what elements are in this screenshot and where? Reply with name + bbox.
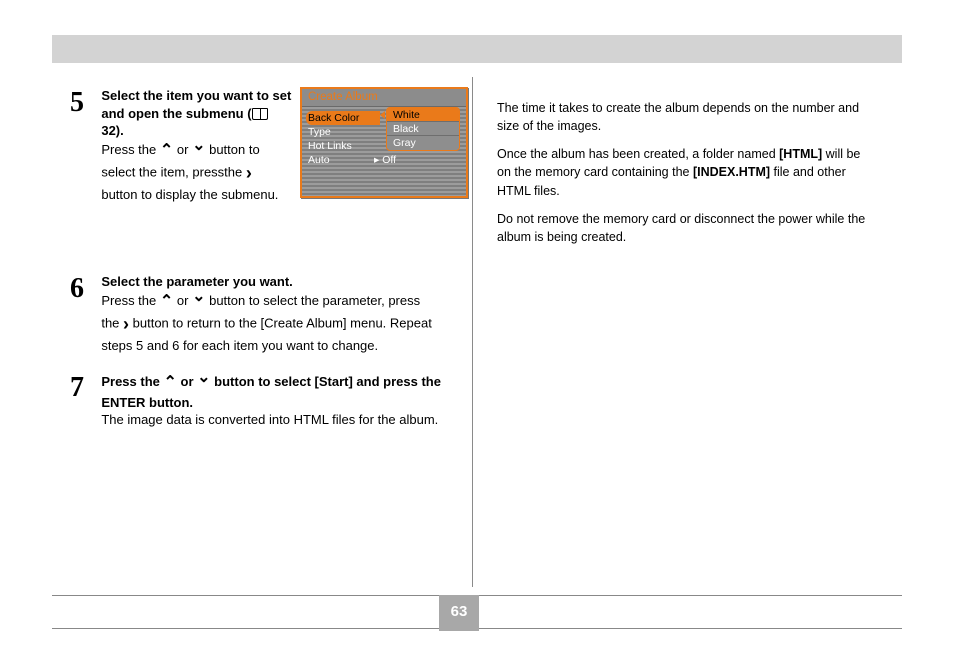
lcd-screenshot: Create Album Back Color Type Hot Links A… <box>300 87 468 198</box>
footer: 63 <box>52 595 902 629</box>
chevron-right-icon <box>246 161 252 185</box>
step-5-text-g: button to display the submenu. <box>101 187 278 202</box>
lcd-item-hot-links: Hot Links <box>306 139 380 153</box>
step-number: 7 <box>70 372 98 404</box>
header-bar <box>52 35 902 63</box>
step-body: Press the or button to select [Start] an… <box>101 372 441 429</box>
page-number-badge: 63 <box>439 595 479 631</box>
lcd-arrow-icon <box>380 111 385 119</box>
chevron-up-icon <box>160 291 173 313</box>
step-body: Select the parameter you want. Press the… <box>101 273 441 354</box>
step-6-title: Select the parameter you want. <box>101 274 292 289</box>
step-5-text-c: or <box>173 142 192 157</box>
chevron-up-icon <box>164 372 177 394</box>
lcd-option-black: Black <box>387 122 459 136</box>
lcd-title: Create Album <box>302 89 466 106</box>
lcd-menu: Back Color Type Hot Links Auto ▸ Off <box>306 111 380 167</box>
chevron-up-icon <box>160 140 173 162</box>
lcd-body: Back Color Type Hot Links Auto ▸ Off Whi… <box>302 106 466 196</box>
chevron-down-icon <box>192 140 205 162</box>
step-7-title-a: Press the <box>101 374 163 389</box>
step-number: 6 <box>70 273 98 305</box>
step-6-text-c: or <box>173 293 192 308</box>
step-5-title-b: 32). <box>101 123 123 138</box>
right-paragraph-3: Do not remove the memory card or disconn… <box>497 210 877 246</box>
lcd-popup: White Black Gray <box>386 107 460 151</box>
chevron-down-icon <box>192 291 205 313</box>
right-paragraph-1: The time it takes to create the album de… <box>497 99 877 135</box>
right-p2-b: [HTML] <box>779 147 822 161</box>
left-column: 5 Select the item you want to set and op… <box>52 73 452 429</box>
chevron-down-icon <box>197 372 210 394</box>
step-5: 5 Select the item you want to set and op… <box>70 87 442 203</box>
step-7-title: Press the or button to select [Start] an… <box>101 374 441 409</box>
lcd-auto-value-text: Off <box>382 154 396 166</box>
step-6: 6 Select the parameter you want. Press t… <box>70 273 442 354</box>
right-p2-a: Once the album has been created, a folde… <box>497 147 779 161</box>
right-column: The time it takes to create the album de… <box>487 99 887 256</box>
lcd-option-gray: Gray <box>387 136 459 150</box>
step-number: 5 <box>70 87 98 119</box>
lcd-option-white: White <box>387 108 459 122</box>
lcd-item-auto: Auto ▸ Off <box>306 153 380 167</box>
manual-page: 5 Select the item you want to set and op… <box>52 35 902 613</box>
right-p2-d: [INDEX.HTM] <box>693 165 770 179</box>
lcd-item-auto-label: Auto <box>308 154 330 166</box>
step-6-text-g: button to return to the [Create Album] m… <box>101 316 431 353</box>
lcd-item-auto-value: ▸ Off <box>374 154 396 166</box>
step-7-title-c: or <box>177 374 197 389</box>
step-6-text-a: Press the <box>101 293 160 308</box>
right-paragraph-2: Once the album has been created, a folde… <box>497 145 877 199</box>
book-icon <box>252 108 268 120</box>
lcd-item-type: Type <box>306 125 380 139</box>
column-divider <box>472 77 473 587</box>
step-7-text: The image data is converted into HTML fi… <box>101 412 438 427</box>
step-body: Select the item you want to set and open… <box>101 87 291 203</box>
step-7: 7 Press the or button to select [Start] … <box>70 372 442 429</box>
lcd-item-back-color: Back Color <box>306 111 380 125</box>
content-area: 5 Select the item you want to set and op… <box>52 63 902 613</box>
step-5-text-a: Press the <box>101 142 160 157</box>
